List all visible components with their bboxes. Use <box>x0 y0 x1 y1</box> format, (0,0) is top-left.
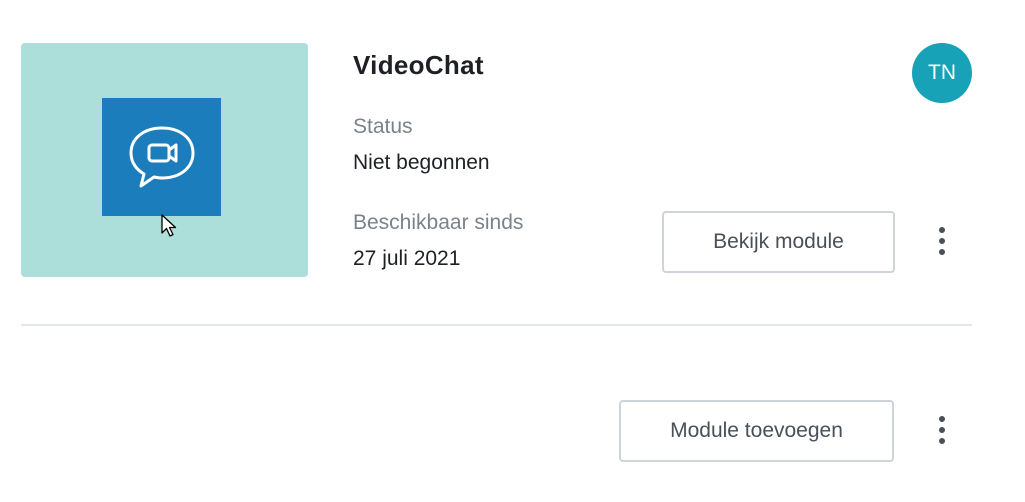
dot <box>939 416 945 422</box>
avatar[interactable]: TN <box>912 43 972 103</box>
section-divider <box>21 324 972 326</box>
kebab-menu-icon[interactable] <box>932 410 952 450</box>
add-module-button[interactable]: Module toevoegen <box>619 400 894 462</box>
module-thumbnail[interactable] <box>21 43 308 277</box>
view-module-button[interactable]: Bekijk module <box>662 211 895 273</box>
status-label: Status <box>353 115 413 138</box>
dot <box>939 427 945 433</box>
available-since-label: Beschikbaar sinds <box>353 211 524 234</box>
dot <box>939 238 945 244</box>
mouse-cursor-icon <box>161 214 177 237</box>
available-since-value: 27 juli 2021 <box>353 247 461 270</box>
module-page: VideoChat Status Niet begonnen Beschikba… <box>0 0 1025 502</box>
dot <box>939 227 945 233</box>
module-title: VideoChat <box>353 50 484 80</box>
dot <box>939 438 945 444</box>
kebab-menu-icon[interactable] <box>932 221 952 261</box>
status-value: Niet begonnen <box>353 151 490 174</box>
dot <box>939 249 945 255</box>
video-chat-bubble-icon <box>102 98 221 216</box>
